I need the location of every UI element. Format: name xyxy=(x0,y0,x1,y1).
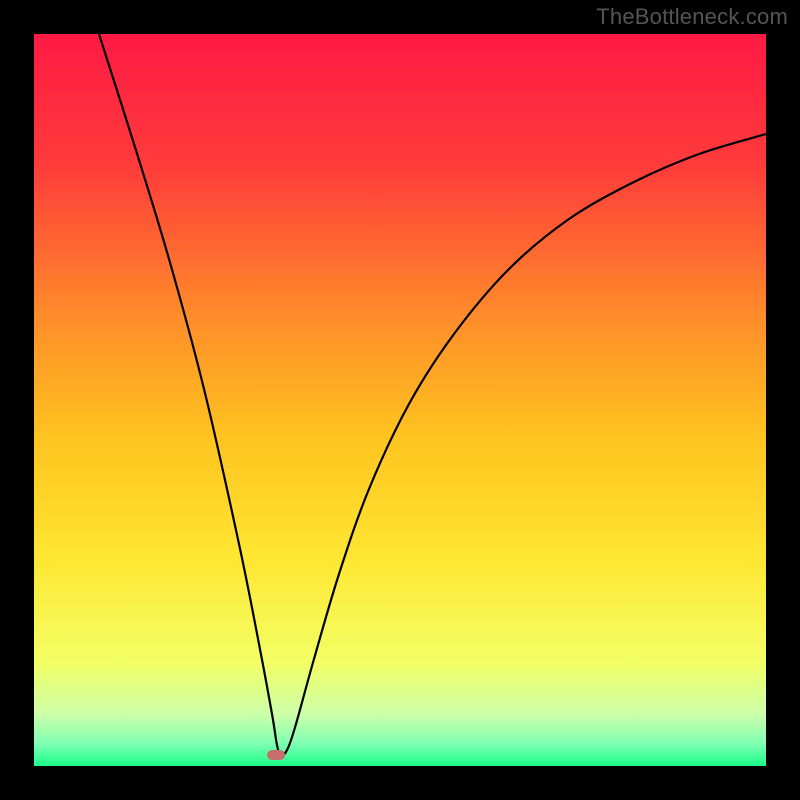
minimum-marker xyxy=(267,750,285,760)
bottleneck-curve xyxy=(34,34,766,766)
watermark-text: TheBottleneck.com xyxy=(596,4,788,30)
plot-area xyxy=(34,34,766,766)
